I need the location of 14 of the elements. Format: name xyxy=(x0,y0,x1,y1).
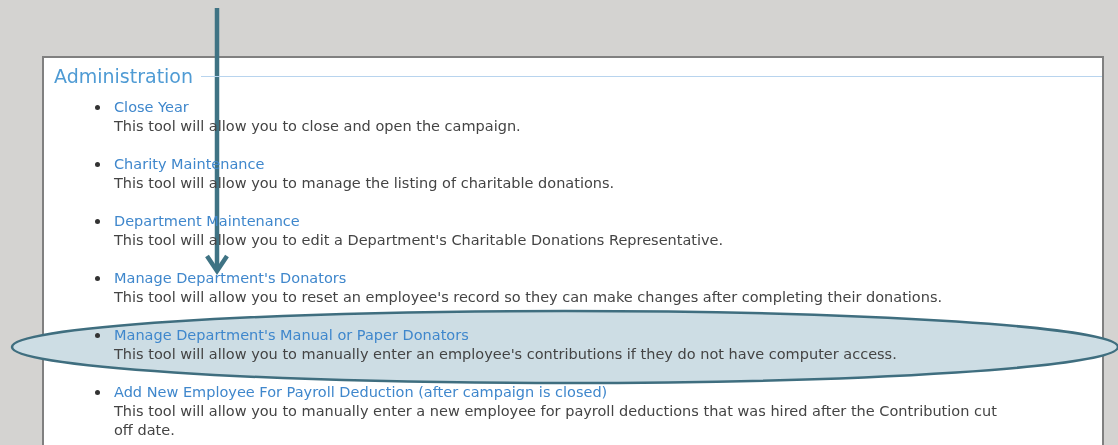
tool-description: This tool will allow you to manually enter an employee's contributions if they do not have computer access. xyxy=(114,345,897,364)
bullet-icon xyxy=(95,162,100,167)
tool-description: This tool will allow you to manually enter a new employee for payroll deductions that was hired after the Contribution cut off date. xyxy=(114,402,998,440)
bullet-icon xyxy=(95,219,100,224)
bullet-icon xyxy=(95,105,100,110)
bullet-icon xyxy=(95,276,100,281)
bullet-icon xyxy=(95,333,100,338)
tool-link[interactable]: Manage Department's Manual or Paper Donators xyxy=(114,326,469,345)
tool-description: This tool will allow you to reset an employee's record so they can make changes after completing their donations. xyxy=(114,288,943,307)
bullet-icon xyxy=(95,390,100,395)
panel-title: Administration xyxy=(54,64,195,88)
tool-link[interactable]: Manage Department's Donators xyxy=(114,269,347,288)
tool-link[interactable]: Close Year xyxy=(114,98,189,117)
tool-link[interactable]: Add New Employee For Payroll Deduction (after campaign is closed) xyxy=(114,383,608,402)
